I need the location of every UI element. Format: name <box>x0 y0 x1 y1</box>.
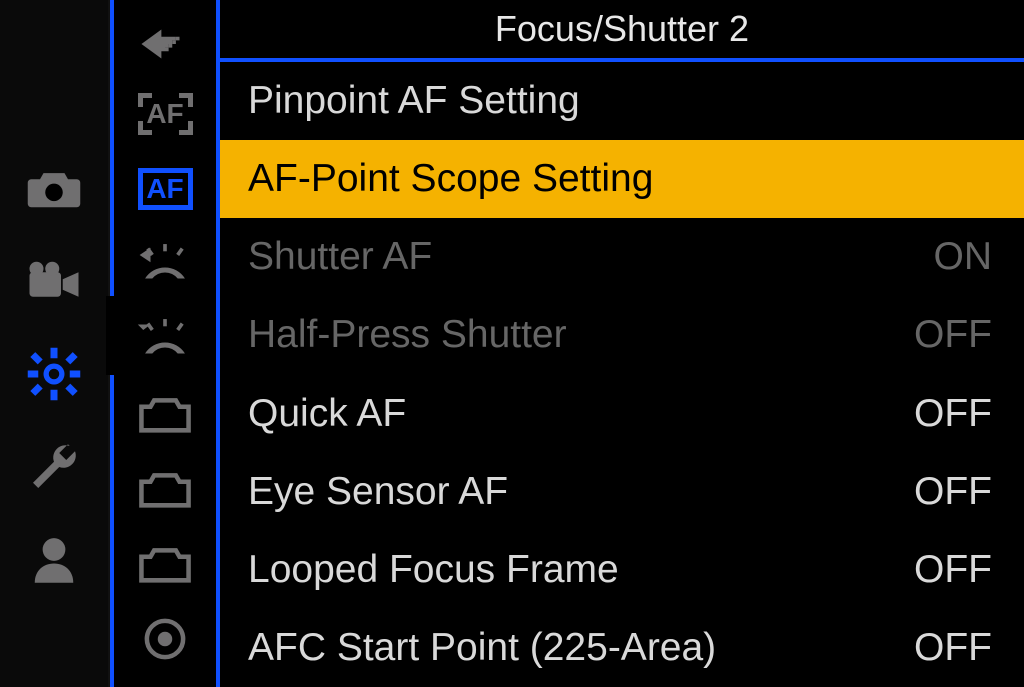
menu-row-afc-start-point[interactable]: AFC Start Point (225-Area) OFF <box>220 609 1024 687</box>
main-item-photo[interactable] <box>0 150 108 225</box>
photo-icon <box>26 160 82 216</box>
menu-row-af-point-scope[interactable]: AF-Point Scope Setting <box>220 140 1024 218</box>
sub-item-cam1[interactable] <box>114 376 216 451</box>
wrench-icon <box>26 439 82 495</box>
target-icon <box>136 610 194 668</box>
menu-rows: Pinpoint AF Setting AF-Point Scope Setti… <box>220 62 1024 687</box>
menu-row-label: Looped Focus Frame <box>248 548 619 592</box>
menu-row-value: OFF <box>914 548 996 592</box>
selection-merge-cut <box>106 296 114 375</box>
camera-outline-2-icon <box>136 460 194 518</box>
camera-outline-3-icon <box>136 535 194 593</box>
menu-row-label: Quick AF <box>248 392 406 436</box>
af-corners-icon: AF <box>138 93 193 135</box>
video-icon <box>26 253 82 309</box>
user-icon <box>26 532 82 588</box>
page-title-label: Focus/Shutter 2 <box>495 8 749 50</box>
main-item-setup[interactable] <box>0 429 108 504</box>
camera-outline-1-icon <box>136 385 194 443</box>
menu-row-label: Shutter AF <box>248 235 432 279</box>
menu-row-value: OFF <box>914 392 996 436</box>
sub-sidebar: AF AF <box>110 0 220 687</box>
camera-menu-screen: AF AF <box>0 0 1024 687</box>
menu-row-quick-af[interactable]: Quick AF OFF <box>220 375 1024 453</box>
af-full-icon: AF <box>138 168 193 210</box>
content-pane: Focus/Shutter 2 Pinpoint AF Setting AF-P… <box>220 0 1024 687</box>
main-item-custom[interactable] <box>0 336 108 411</box>
back-icon <box>136 15 194 73</box>
sub-item-dial-back[interactable] <box>114 226 216 301</box>
dial-forward-icon <box>136 310 194 368</box>
menu-row-shutter-af[interactable]: Shutter AF ON <box>220 218 1024 296</box>
sub-item-cam2[interactable] <box>114 451 216 526</box>
sub-item-target[interactable] <box>114 601 216 676</box>
main-sidebar <box>0 0 110 687</box>
menu-row-label: AFC Start Point (225-Area) <box>248 626 716 670</box>
sub-item-dial-forward[interactable] <box>114 301 216 376</box>
main-item-video[interactable] <box>0 243 108 318</box>
gear-icon <box>26 346 82 402</box>
sub-item-af-corners[interactable]: AF <box>114 76 216 151</box>
menu-row-value: OFF <box>914 470 996 514</box>
sub-item-af-full[interactable]: AF <box>114 151 216 226</box>
menu-row-eye-sensor-af[interactable]: Eye Sensor AF OFF <box>220 453 1024 531</box>
menu-row-half-press-shutter[interactable]: Half-Press Shutter OFF <box>220 296 1024 374</box>
menu-row-label: Eye Sensor AF <box>248 470 508 514</box>
menu-row-label: Half-Press Shutter <box>248 313 567 357</box>
menu-row-pinpoint-af[interactable]: Pinpoint AF Setting <box>220 62 1024 140</box>
menu-row-label: AF-Point Scope Setting <box>248 157 653 201</box>
sub-item-back[interactable] <box>114 12 216 76</box>
main-item-mymenu[interactable] <box>0 522 108 597</box>
menu-row-value: OFF <box>914 626 996 670</box>
menu-row-value: OFF <box>914 313 996 357</box>
menu-row-value: ON <box>934 235 997 279</box>
sub-item-cam3[interactable] <box>114 526 216 601</box>
dial-back-icon <box>136 235 194 293</box>
menu-row-looped-focus-frame[interactable]: Looped Focus Frame OFF <box>220 531 1024 609</box>
menu-row-label: Pinpoint AF Setting <box>248 79 580 123</box>
page-title: Focus/Shutter 2 <box>220 0 1024 62</box>
